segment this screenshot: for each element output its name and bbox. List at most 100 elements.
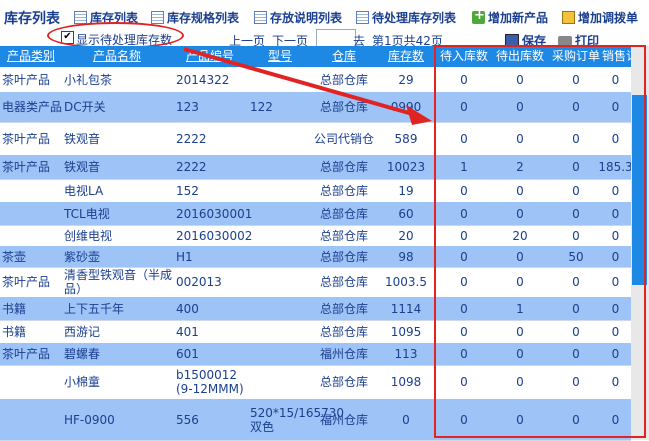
col-product-name[interactable]: 产品名称 bbox=[62, 46, 172, 67]
page-title: 库存列表 bbox=[4, 11, 60, 27]
table-cell: 茶叶产品 bbox=[2, 131, 51, 146]
table-cell bbox=[2, 399, 62, 440]
table-cell: 电视LA bbox=[64, 183, 104, 198]
table-cell: 茶壶 bbox=[2, 249, 27, 264]
print-icon bbox=[558, 35, 572, 46]
adjust-icon bbox=[562, 11, 575, 24]
table-cell: H1 bbox=[176, 249, 193, 264]
table-cell: 总部仓库 bbox=[319, 249, 368, 264]
table-cell: 铁观音 bbox=[64, 131, 101, 146]
table-cell: TCL电视 bbox=[64, 206, 110, 221]
col-model[interactable]: 型号 bbox=[248, 46, 312, 67]
table-cell: 2016030001 bbox=[176, 206, 253, 221]
add-icon bbox=[472, 8, 485, 24]
table-cell: 茶叶产品 bbox=[2, 160, 51, 174]
table-cell: 113 bbox=[394, 347, 418, 361]
annotation-ellipse bbox=[47, 22, 184, 49]
table-cell: 0 bbox=[402, 412, 410, 427]
table-cell: 总部仓库 bbox=[319, 301, 368, 316]
table-cell: 上下五千年 bbox=[64, 301, 125, 316]
table-cell: 总部仓库 bbox=[319, 183, 368, 198]
nav-label: 存放说明列表 bbox=[270, 11, 343, 25]
table-cell: 1095 bbox=[390, 324, 422, 339]
table-cell: 122 bbox=[250, 100, 273, 114]
table-cell: 400 bbox=[176, 301, 199, 316]
nav-label: 增加新产品 bbox=[488, 11, 549, 25]
table-cell: 002013 bbox=[176, 275, 222, 289]
table-cell: 公司代销仓 bbox=[313, 131, 374, 146]
table-cell: 创维电视 bbox=[64, 228, 113, 243]
table-cell: 紫砂壶 bbox=[64, 249, 101, 264]
table-cell: 总部仓库 bbox=[319, 228, 368, 243]
table-cell bbox=[250, 202, 312, 225]
table-cell: 碧螺春 bbox=[64, 347, 101, 361]
nav-storage-note-list[interactable]: 存放说明列表 bbox=[254, 9, 342, 26]
table-cell: 书籍 bbox=[2, 301, 27, 316]
table-cell bbox=[2, 225, 62, 246]
table-cell bbox=[250, 365, 312, 399]
table-cell: HF-0900 bbox=[64, 412, 115, 427]
table-cell bbox=[250, 155, 312, 179]
table-cell: 总部仓库 bbox=[319, 160, 368, 174]
table-cell: 19 bbox=[398, 183, 414, 198]
nav-stock-spec-list[interactable]: 库存规格列表 bbox=[151, 9, 239, 26]
table-cell: 2016030002 bbox=[176, 228, 253, 243]
table-cell bbox=[250, 267, 312, 297]
table-cell: 152 bbox=[176, 183, 199, 198]
table-cell: 福州仓库 bbox=[319, 347, 368, 361]
table-cell: 西游记 bbox=[64, 324, 101, 339]
table-cell: 总部仓库 bbox=[319, 275, 368, 289]
nav-pending-stock-list[interactable]: 待处理库存列表 bbox=[356, 9, 456, 26]
table-cell: 20 bbox=[398, 228, 414, 243]
table-cell: 铁观音 bbox=[64, 160, 101, 174]
table-cell: 清香型铁观音（半成品） bbox=[64, 268, 173, 296]
table-cell: 401 bbox=[176, 324, 199, 339]
table-cell: 总部仓库 bbox=[319, 100, 368, 114]
table-cell: b1500012 (9-12MMM) bbox=[176, 368, 244, 396]
table-cell: 电器类产品 bbox=[2, 100, 63, 114]
table-cell: 2014322 bbox=[176, 72, 230, 87]
table-cell: 0990 bbox=[390, 100, 422, 114]
table-cell: 10023 bbox=[386, 160, 426, 174]
table-cell: 29 bbox=[398, 72, 414, 87]
nav-add-product[interactable]: 增加新产品 bbox=[472, 8, 549, 26]
table-cell: 福州仓库 bbox=[319, 412, 368, 427]
table-cell: 1114 bbox=[390, 301, 422, 316]
table-cell: 书籍 bbox=[2, 324, 27, 339]
table-cell: 520*15/165730双色 bbox=[250, 405, 345, 434]
table-cell: DC开关 bbox=[64, 100, 106, 114]
table-cell: 总部仓库 bbox=[319, 324, 368, 339]
table-cell: 小礼包茶 bbox=[64, 72, 113, 87]
table-cell: 2222 bbox=[176, 160, 207, 174]
table-cell bbox=[250, 297, 312, 320]
table-cell: 1098 bbox=[390, 375, 422, 389]
table-cell bbox=[250, 225, 312, 246]
table-cell: 总部仓库 bbox=[319, 375, 368, 389]
list-icon bbox=[254, 11, 267, 24]
nav-label: 增加调拨单 bbox=[578, 11, 639, 25]
col-product-code[interactable]: 产品编号 bbox=[172, 46, 248, 67]
list-icon bbox=[356, 11, 369, 24]
list-icon bbox=[74, 11, 87, 24]
nav-add-transfer[interactable]: 增加调拨单 bbox=[562, 9, 638, 26]
table-cell: 茶叶产品 bbox=[2, 347, 51, 361]
table-cell bbox=[250, 122, 312, 155]
table-cell: 556 bbox=[176, 412, 199, 427]
table-cell: 小棉童 bbox=[64, 375, 101, 389]
col-stock-qty[interactable]: 库存数 bbox=[376, 46, 436, 67]
table-cell bbox=[250, 179, 312, 202]
col-warehouse[interactable]: 仓库 bbox=[312, 46, 376, 67]
table-cell: 总部仓库 bbox=[319, 72, 368, 87]
table-cell: 601 bbox=[176, 347, 199, 361]
table-cell: 60 bbox=[398, 206, 414, 221]
table-cell: 589 bbox=[394, 131, 418, 146]
list-icon bbox=[151, 11, 164, 24]
col-category[interactable]: 产品类别 bbox=[0, 46, 62, 67]
table-cell bbox=[250, 320, 312, 343]
table-cell bbox=[2, 179, 62, 202]
annotation-box bbox=[434, 45, 646, 438]
table-cell: 总部仓库 bbox=[319, 206, 368, 221]
table-cell bbox=[250, 343, 312, 365]
table-cell bbox=[250, 246, 312, 267]
table-cell: 123 bbox=[176, 100, 199, 114]
